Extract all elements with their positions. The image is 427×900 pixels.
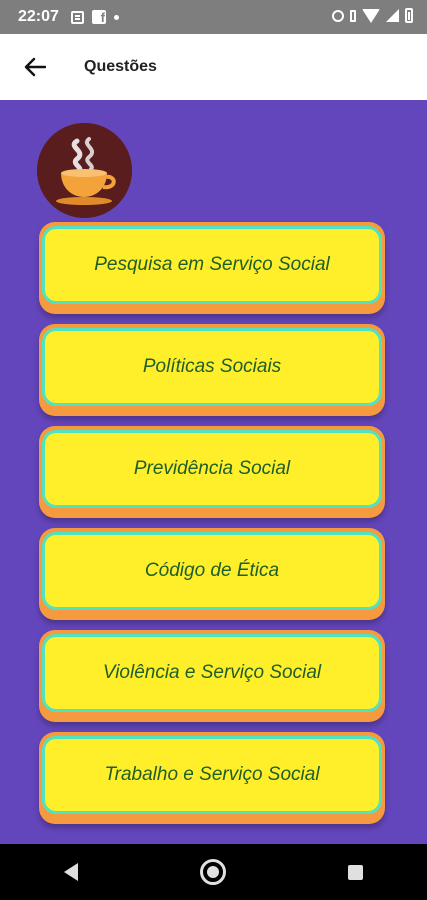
nav-back-button[interactable] bbox=[41, 844, 101, 900]
vibrate-icon bbox=[350, 9, 356, 22]
news-icon bbox=[70, 10, 84, 24]
menu-button-trabalho[interactable]: Trabalho e Serviço Social bbox=[39, 732, 385, 824]
status-bar: 22:07 f bbox=[0, 0, 427, 34]
facebook-icon: f bbox=[91, 10, 106, 25]
page-title: Questões bbox=[84, 58, 157, 75]
menu-button-previdencia[interactable]: Previdência Social bbox=[39, 426, 385, 518]
recents-square-icon bbox=[348, 864, 364, 880]
nav-recents-button[interactable] bbox=[326, 844, 386, 900]
dot-icon bbox=[113, 14, 119, 20]
menu-button-label: Trabalho e Serviço Social bbox=[104, 764, 320, 785]
status-right-icons bbox=[332, 8, 413, 23]
wifi-icon bbox=[362, 8, 380, 23]
navigation-bar bbox=[0, 844, 427, 900]
status-time: 22:07 bbox=[18, 8, 59, 25]
menu-list: Pesquisa em Serviço Social Políticas Soc… bbox=[39, 222, 385, 834]
menu-button-pesquisa[interactable]: Pesquisa em Serviço Social bbox=[39, 222, 385, 314]
nav-home-button[interactable] bbox=[183, 844, 243, 900]
alarm-icon bbox=[332, 9, 344, 22]
menu-button-label: Pesquisa em Serviço Social bbox=[94, 254, 330, 275]
menu-button-label: Políticas Sociais bbox=[142, 356, 282, 377]
back-button[interactable] bbox=[0, 34, 70, 100]
menu-button-label: Previdência Social bbox=[133, 458, 291, 479]
arrow-left-icon bbox=[24, 57, 46, 77]
menu-button-politicas[interactable]: Políticas Sociais bbox=[39, 324, 385, 416]
status-left-icons: f bbox=[70, 10, 119, 25]
content-area: Pesquisa em Serviço Social Políticas Soc… bbox=[0, 100, 427, 844]
coffee-cup-icon bbox=[37, 123, 132, 218]
app-bar: Questões bbox=[0, 34, 427, 100]
signal-icon bbox=[386, 9, 399, 22]
back-triangle-icon bbox=[64, 863, 79, 881]
menu-button-label: Código de Ética bbox=[144, 560, 280, 581]
home-circle-icon bbox=[200, 859, 227, 885]
menu-button-label: Violência e Serviço Social bbox=[102, 662, 322, 683]
avatar bbox=[37, 123, 132, 218]
menu-button-violencia[interactable]: Violência e Serviço Social bbox=[39, 630, 385, 722]
menu-button-codigo-etica[interactable]: Código de Ética bbox=[39, 528, 385, 620]
battery-icon bbox=[405, 8, 413, 23]
